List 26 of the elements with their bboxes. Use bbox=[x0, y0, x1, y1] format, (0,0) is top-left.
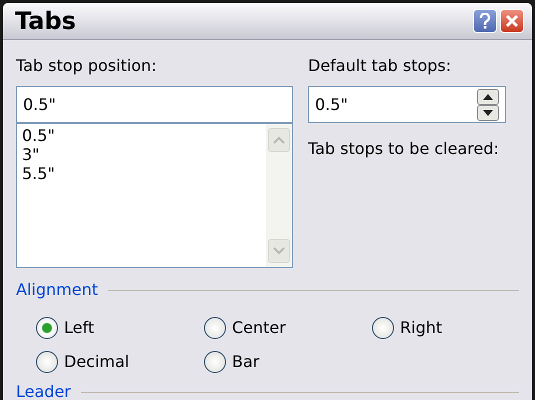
radio-button[interactable] bbox=[204, 317, 226, 339]
radio-label: Center bbox=[232, 317, 286, 339]
list-box[interactable]: 0.5" 3" 5.5" bbox=[16, 123, 293, 268]
radio-button[interactable] bbox=[204, 351, 226, 373]
field-label: Tab stops to be cleared: bbox=[308, 138, 500, 160]
window-title: Tabs bbox=[15, 6, 77, 37]
spin-down-icon[interactable] bbox=[477, 104, 499, 120]
group-label: Alignment bbox=[16, 279, 98, 301]
input-field[interactable]: 0.5" bbox=[16, 86, 293, 123]
list-item[interactable]: 5.5" bbox=[22, 164, 261, 183]
radio-label: Left bbox=[64, 317, 94, 339]
group-label: Leader bbox=[16, 381, 71, 400]
spin-up-icon[interactable] bbox=[477, 88, 499, 104]
radio-label: Bar bbox=[232, 351, 260, 373]
close-icon[interactable] bbox=[500, 9, 524, 33]
radio-button[interactable] bbox=[36, 351, 58, 373]
help-icon[interactable] bbox=[473, 9, 497, 33]
radio-label: Right bbox=[400, 317, 442, 339]
list-item[interactable]: 0.5" bbox=[22, 126, 261, 145]
radio-button[interactable] bbox=[36, 317, 58, 339]
field-label: Tab stop position: bbox=[16, 55, 158, 77]
list-item[interactable]: 3" bbox=[22, 145, 261, 164]
field-label: Default tab stops: bbox=[308, 55, 452, 77]
spin-field[interactable]: 0.5" bbox=[308, 86, 506, 123]
radio-button[interactable] bbox=[372, 317, 394, 339]
radio-label: Decimal bbox=[64, 351, 130, 373]
